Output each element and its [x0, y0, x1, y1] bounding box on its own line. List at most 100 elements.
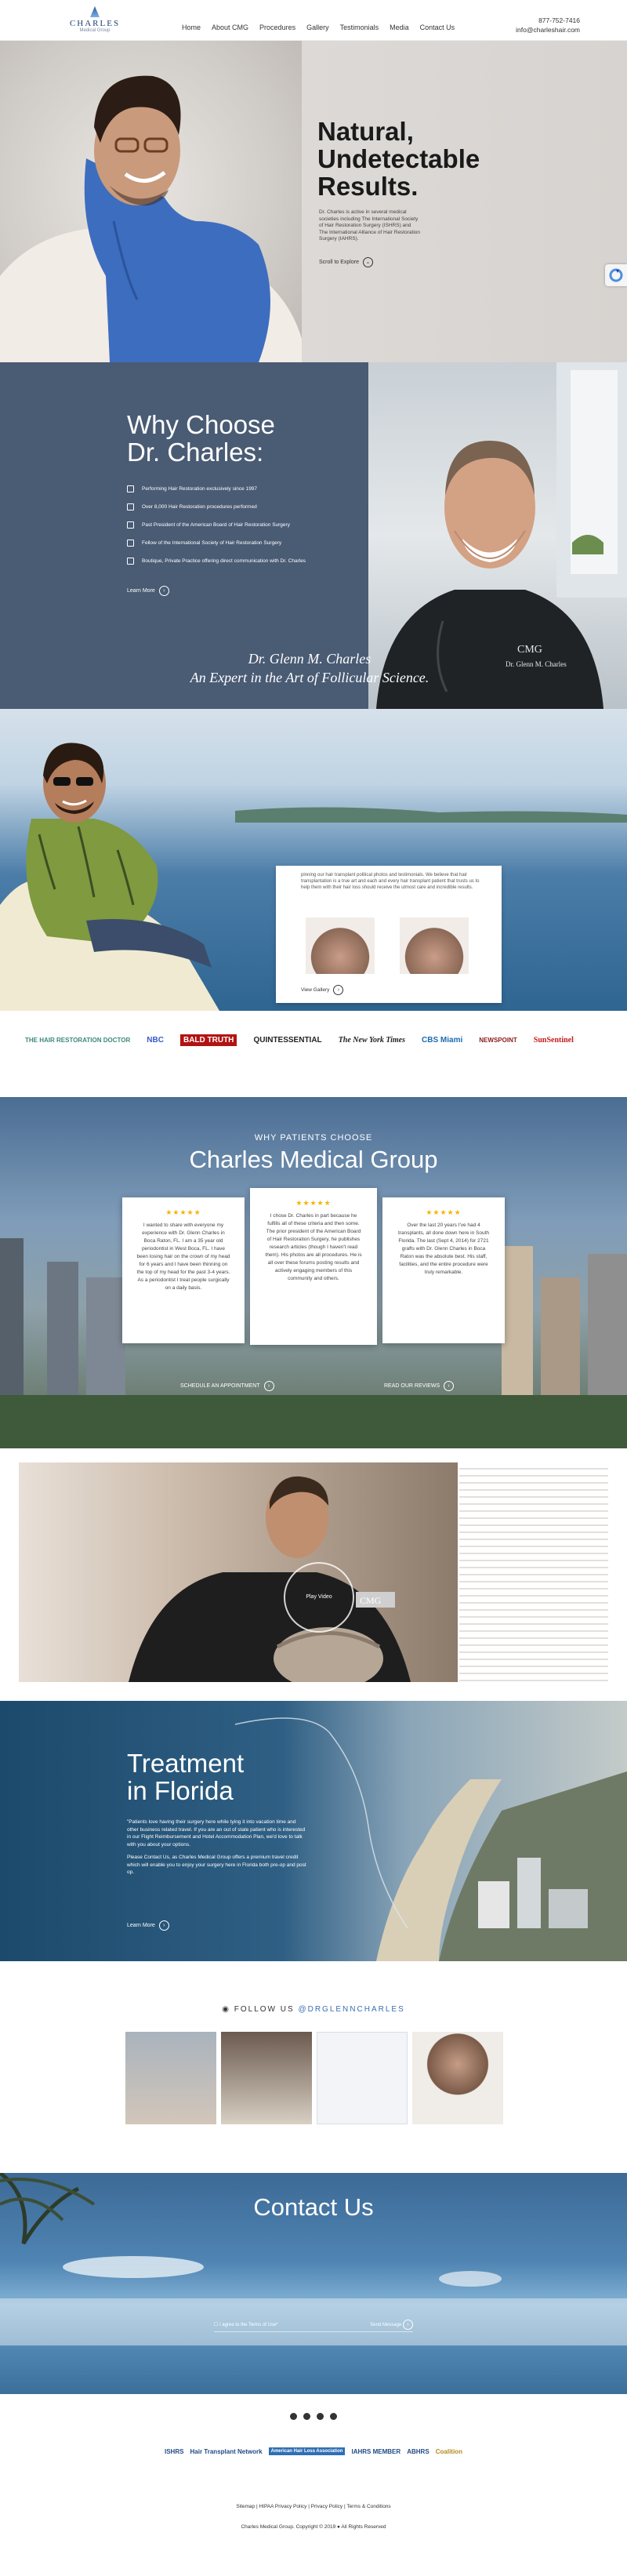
nav-home[interactable]: Home — [182, 24, 201, 31]
play-label: Play Video — [306, 1594, 332, 1600]
read-reviews-label: READ OUR REVIEWS — [384, 1383, 440, 1389]
instagram-thumbnail[interactable] — [221, 2032, 312, 2124]
press-logo[interactable]: BALD TRUTH — [179, 1034, 237, 1046]
recaptcha-badge-icon[interactable] — [605, 264, 627, 286]
nav-media[interactable]: Media — [390, 24, 409, 31]
review-text: Over the last 20 years I've had 4 transp… — [398, 1223, 489, 1275]
footer-links[interactable]: Sitemap | HIPAA Privacy Policy | Privacy… — [0, 2504, 627, 2509]
gallery-section: pinning our hair transplant political ph… — [0, 709, 627, 1011]
before-photo[interactable] — [306, 917, 375, 974]
nav-about[interactable]: About CMG — [212, 24, 248, 31]
hero-heading-line: Undetectable — [317, 144, 480, 173]
nav-procedures[interactable]: Procedures — [259, 24, 295, 31]
press-logo[interactable]: CBS Miami — [422, 1036, 462, 1045]
boutique-icon — [127, 558, 134, 565]
florida-coast-illustration — [234, 1717, 627, 1961]
credential-item: Past President of the American Board of … — [127, 516, 306, 534]
press-logo[interactable]: QUINTESSENTIAL — [253, 1036, 321, 1045]
nav-gallery[interactable]: Gallery — [306, 24, 329, 31]
credentials-list: Performing Hair Restoration exclusively … — [127, 480, 306, 570]
chevron-right-icon: › — [444, 1381, 455, 1391]
nav-testimonials[interactable]: Testimonials — [340, 24, 379, 31]
instagram-thumbnail[interactable] — [412, 2032, 503, 2124]
charles-logo[interactable]: CHARLES Medical Group — [67, 6, 122, 33]
patients-heading: Charles Medical Group — [189, 1146, 438, 1173]
twitter-icon[interactable] — [303, 2413, 310, 2420]
doctor-tagline: An Expert in the Art of Follicular Scien… — [190, 670, 429, 685]
review-card: ★★★★★ I wanted to share with everyone my… — [122, 1197, 245, 1343]
scroll-to-explore-button[interactable]: Scroll to Explore ⌄ — [319, 257, 373, 267]
credential-text: Boutique, Private Practice offering dire… — [142, 558, 306, 564]
schedule-appointment-button[interactable]: SCHEDULE AN APPOINTMENT › — [180, 1381, 274, 1391]
instagram-icon: ◉ — [222, 2005, 230, 2014]
chevron-right-icon: › — [403, 2320, 413, 2330]
terms-checkbox[interactable]: ☐ I agree to the Terms of Use* — [214, 2322, 278, 2327]
facebook-icon[interactable] — [290, 2413, 297, 2420]
scrubs-embroidery: Dr. Glenn M. Charles — [506, 660, 567, 668]
credential-item: Fellow of the International Society of H… — [127, 534, 306, 552]
instagram-icon[interactable] — [317, 2413, 324, 2420]
instagram-section: ◉ FOLLOW US @DRGLENNCHARLES — [0, 1961, 627, 2173]
why-choose-section: CMG Dr. Glenn M. Charles Why Choose Dr. … — [0, 362, 627, 709]
hero-photo — [0, 41, 302, 362]
credential-item: Over 8,000 Hair Restoration procedures p… — [127, 498, 306, 516]
schedule-label: SCHEDULE AN APPOINTMENT — [180, 1383, 260, 1389]
logo-mark-icon — [90, 6, 100, 17]
florida-heading-line: Treatment — [127, 1749, 245, 1778]
press-logo[interactable]: SunSentinel — [534, 1036, 574, 1045]
association-logo[interactable]: ISHRS — [165, 2448, 183, 2455]
hero-section: Natural, Undetectable Results. Dr. Charl… — [0, 41, 627, 362]
instagram-handle[interactable]: @DRGLENNCHARLES — [298, 2005, 404, 2014]
view-gallery-button[interactable]: View Gallery › — [301, 985, 344, 995]
header-contact: 877-752-7416 info@charleshair.com — [516, 16, 580, 35]
instagram-thumbnail[interactable] — [317, 2032, 408, 2124]
chevron-right-icon: › — [158, 586, 169, 596]
credential-text: Fellow of the International Society of H… — [142, 540, 282, 546]
send-message-button[interactable]: Send Message › — [370, 2320, 413, 2330]
window-blinds — [459, 1462, 608, 1682]
president-icon — [127, 521, 134, 529]
fellow-icon — [127, 540, 134, 547]
press-logo[interactable]: The New York Times — [339, 1036, 405, 1045]
press-logo[interactable]: THE HAIR RESTORATION DOCTOR — [25, 1037, 130, 1044]
read-reviews-button[interactable]: READ OUR REVIEWS › — [384, 1381, 455, 1391]
hero-heading-line: Results. — [317, 172, 419, 201]
hero-heading-line: Natural, — [317, 117, 414, 146]
play-video-button[interactable]: Play Video — [284, 1562, 354, 1633]
after-photo[interactable] — [400, 917, 469, 974]
credential-text: Over 8,000 Hair Restoration procedures p… — [142, 504, 257, 510]
scrubs-badge: CMG — [517, 644, 542, 656]
learn-more-label: Learn More — [127, 1923, 155, 1928]
calendar-icon — [127, 485, 134, 492]
site-header: CHARLES Medical Group Home About CMG Pro… — [0, 0, 627, 41]
association-logo[interactable]: IAHRS MEMBER — [351, 2448, 400, 2455]
youtube-icon[interactable] — [330, 2413, 337, 2420]
video-player[interactable]: CMG — [19, 1462, 458, 1690]
doctor-name: Dr. Glenn M. Charles — [248, 651, 371, 667]
press-logo[interactable]: NBC — [147, 1036, 164, 1045]
email-link[interactable]: info@charleshair.com — [516, 25, 580, 35]
star-rating-icon: ★★★★★ — [165, 1208, 201, 1216]
contact-heading: Contact Us — [253, 2193, 374, 2221]
chevron-right-icon: › — [158, 1920, 169, 1931]
florida-text: "Patients love having their surgery here… — [127, 1818, 307, 1882]
credential-item: Performing Hair Restoration exclusively … — [127, 480, 306, 498]
florida-heading-line: in Florida — [127, 1776, 234, 1805]
credential-text: Performing Hair Restoration exclusively … — [142, 486, 258, 492]
association-logo[interactable]: American Hair Loss Association — [268, 2447, 346, 2455]
phone-link[interactable]: 877-752-7416 — [516, 16, 580, 25]
instagram-thumbnail[interactable] — [125, 2032, 216, 2124]
follow-prefix: FOLLOW US — [234, 2005, 295, 2014]
association-logo[interactable]: ABHRS — [407, 2448, 429, 2455]
logo-subtext: Medical Group — [79, 28, 111, 33]
why-learn-more-button[interactable]: Learn More › — [127, 586, 169, 596]
association-logo[interactable]: Coalition — [436, 2448, 462, 2455]
scrubs-badge: CMG — [360, 1595, 382, 1606]
patients-subheading: WHY PATIENTS CHOOSE — [254, 1133, 373, 1143]
nav-contact[interactable]: Contact Us — [420, 24, 455, 31]
association-logo[interactable]: Hair Transplant Network — [190, 2448, 263, 2455]
florida-learn-more-button[interactable]: Learn More › — [127, 1920, 169, 1931]
doctor-caption: Dr. Glenn M. Charles An Expert in the Ar… — [141, 649, 478, 687]
press-logo[interactable]: NEWSPOINT — [479, 1037, 516, 1044]
star-rating-icon: ★★★★★ — [426, 1208, 462, 1216]
